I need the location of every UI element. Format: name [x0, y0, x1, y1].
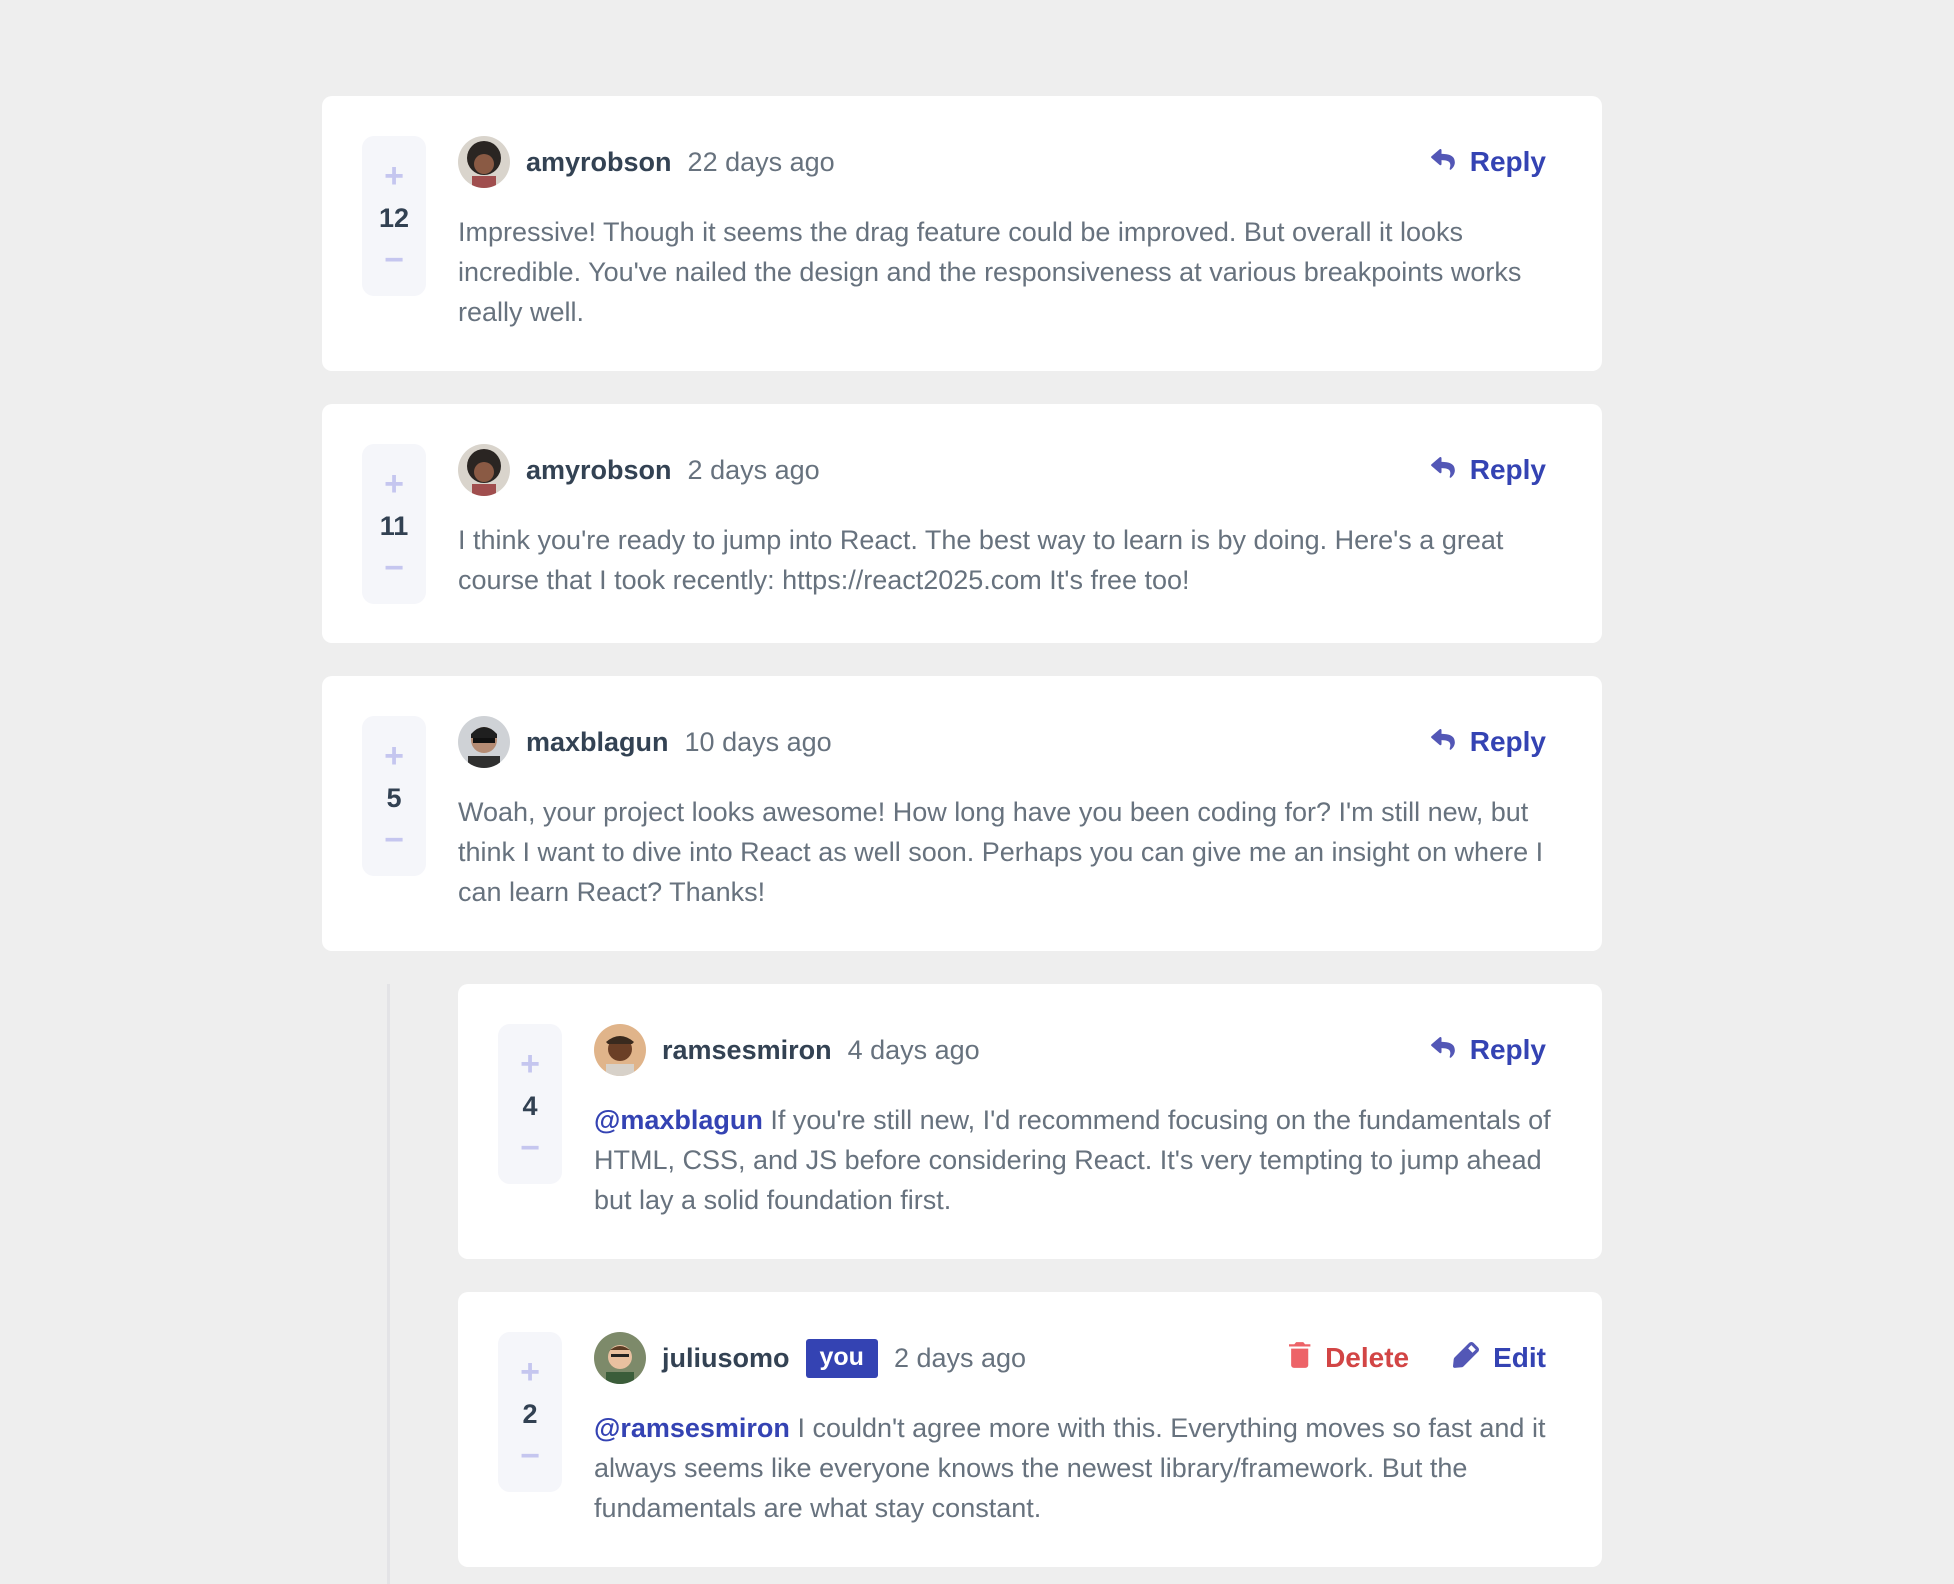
comment-date: 10 days ago: [684, 726, 832, 757]
you-badge: you: [805, 1338, 878, 1378]
vote-widget: + 2 −: [498, 1332, 562, 1492]
score: 12: [378, 203, 410, 233]
reply-label: Reply: [1469, 454, 1546, 485]
thread-line: [387, 984, 390, 1584]
minus-icon[interactable]: −: [362, 818, 426, 862]
comment-header: maxblagun 10 days ago Reply: [458, 716, 1546, 768]
comment-card: + 12 − amyrobson 22 days ago Reply Impre…: [322, 96, 1602, 371]
plus-icon[interactable]: +: [362, 462, 426, 506]
minus-icon[interactable]: −: [362, 238, 426, 282]
comment-date: 2 days ago: [893, 1342, 1027, 1373]
comment-card: + 11 − amyrobson 2 days ago Reply I thin…: [322, 404, 1602, 643]
comment-text: I think you're ready to jump into React.…: [458, 525, 1504, 595]
comment-text: Impressive! Though it seems the drag fea…: [458, 217, 1522, 327]
username[interactable]: ramsesmiron: [662, 1035, 832, 1066]
reply-label: Reply: [1469, 726, 1546, 757]
plus-icon[interactable]: +: [362, 734, 426, 778]
score: 5: [386, 783, 402, 813]
comment-text: @maxblagun If you're still new, I'd reco…: [594, 1100, 1554, 1220]
reply-icon: [1430, 726, 1470, 758]
mention-link[interactable]: @maxblagun: [594, 1105, 763, 1135]
reply-label: Reply: [1469, 1034, 1546, 1065]
avatar: [458, 136, 510, 188]
plus-icon[interactable]: +: [362, 154, 426, 198]
mention-link[interactable]: @ramsesmiron: [594, 1413, 790, 1443]
reply-card: + 4 − ramsesmiron 4 days ago Reply @maxb…: [458, 984, 1602, 1259]
vote-widget: + 11 −: [362, 444, 426, 604]
reply-label: Reply: [1469, 146, 1546, 177]
vote-widget: + 4 −: [498, 1024, 562, 1184]
username[interactable]: amyrobson: [526, 455, 672, 486]
avatar: [594, 1024, 646, 1076]
comment-header: amyrobson 2 days ago Reply: [458, 444, 1546, 496]
reply-card-own: + 2 − juliusomo you 2 days ago Delete Ed…: [458, 1292, 1602, 1567]
comment-header: amyrobson 22 days ago Reply: [458, 136, 1546, 188]
minus-icon[interactable]: −: [498, 1434, 562, 1478]
comment-header: ramsesmiron 4 days ago Reply: [594, 1024, 1546, 1076]
score: 11: [379, 511, 409, 541]
edit-button[interactable]: Edit: [1453, 1341, 1546, 1375]
comment-date: 2 days ago: [687, 454, 820, 485]
delete-icon: [1289, 1341, 1325, 1375]
reply-button[interactable]: Reply: [1430, 146, 1546, 178]
avatar: [594, 1332, 646, 1384]
score: 4: [522, 1091, 538, 1121]
reply-button[interactable]: Reply: [1430, 454, 1546, 486]
comment-date: 22 days ago: [687, 146, 835, 177]
minus-icon[interactable]: −: [498, 1126, 562, 1170]
avatar: [458, 716, 510, 768]
username[interactable]: maxblagun: [526, 727, 669, 758]
comment-card: + 5 − maxblagun 10 days ago Reply Woah, …: [322, 676, 1602, 951]
delete-button[interactable]: Delete: [1289, 1341, 1410, 1375]
comment-header: juliusomo you 2 days ago Delete Edit: [594, 1332, 1546, 1384]
plus-icon[interactable]: +: [498, 1042, 562, 1086]
reply-icon: [1430, 1034, 1470, 1066]
edit-label: Edit: [1493, 1342, 1546, 1373]
edit-icon: [1453, 1341, 1493, 1375]
reply-icon: [1430, 454, 1470, 486]
username[interactable]: juliusomo: [662, 1343, 790, 1374]
avatar: [458, 444, 510, 496]
reply-button[interactable]: Reply: [1430, 1034, 1546, 1066]
vote-widget: + 5 −: [362, 716, 426, 876]
delete-label: Delete: [1325, 1342, 1410, 1373]
reply-button[interactable]: Reply: [1430, 726, 1546, 758]
comment-text: Woah, your project looks awesome! How lo…: [458, 797, 1544, 907]
comment-date: 4 days ago: [847, 1034, 980, 1065]
reply-icon: [1430, 146, 1470, 178]
comments-page: + 12 − amyrobson 22 days ago Reply Impre…: [0, 0, 1954, 1584]
minus-icon[interactable]: −: [362, 546, 426, 590]
comment-text: @ramsesmiron I couldn't agree more with …: [594, 1408, 1554, 1528]
score: 2: [522, 1399, 538, 1429]
plus-icon[interactable]: +: [498, 1350, 562, 1394]
vote-widget: + 12 −: [362, 136, 426, 296]
username[interactable]: amyrobson: [526, 147, 672, 178]
